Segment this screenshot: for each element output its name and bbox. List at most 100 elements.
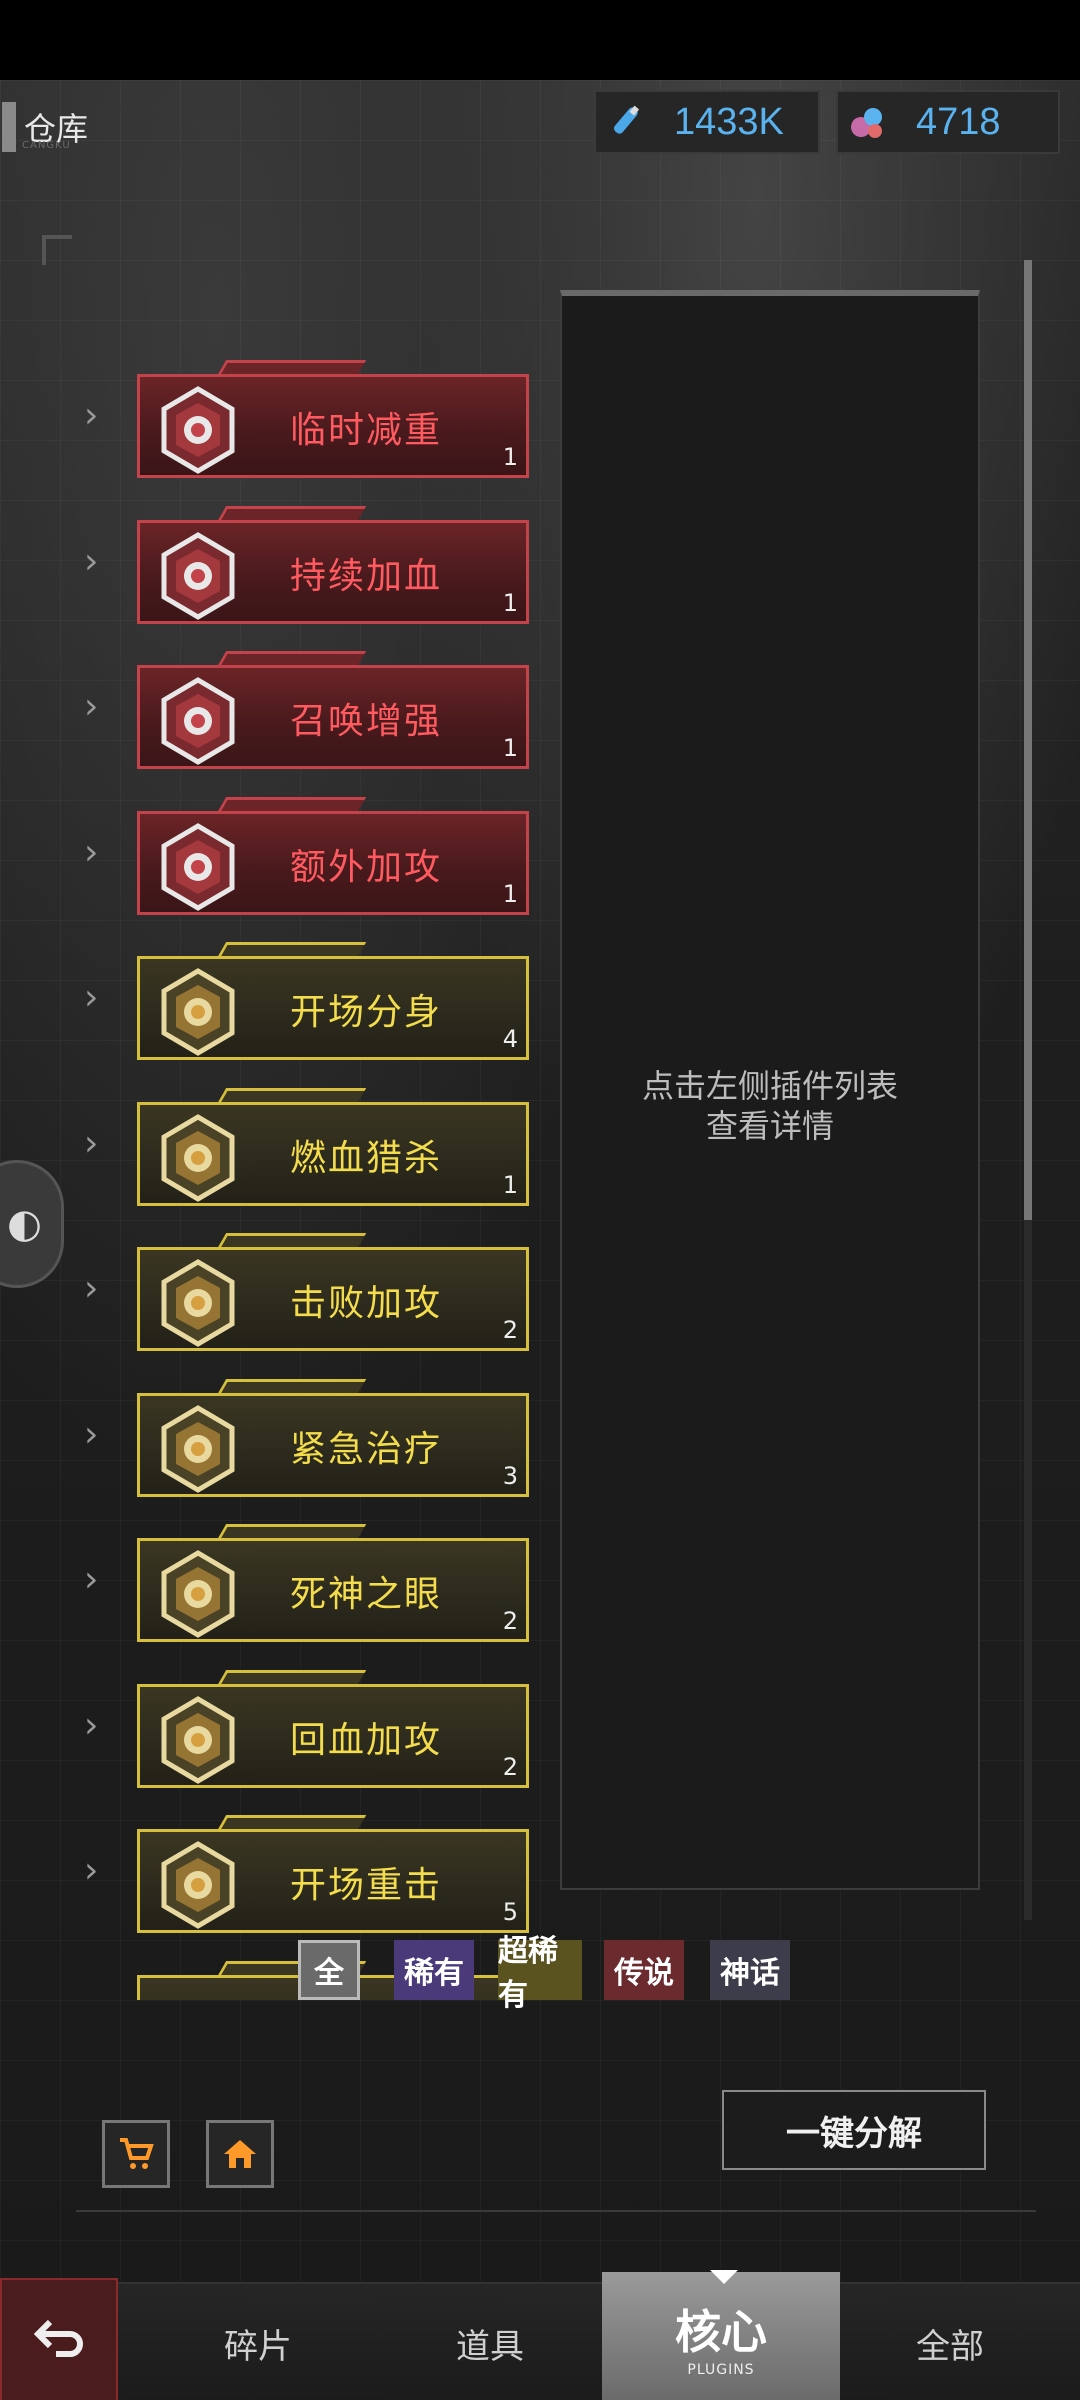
plugin-row[interactable]: › 持续加血 1 [0, 505, 560, 626]
plugin-row[interactable]: › 额外加攻 1 [0, 796, 560, 917]
chevron-right-icon[interactable]: › [84, 1414, 110, 1455]
chevron-right-icon[interactable]: › [84, 541, 110, 582]
plugin-row[interactable]: › 击败加攻 2 [0, 1233, 560, 1353]
filter-all[interactable]: 全 [298, 1940, 360, 2000]
chevron-right-icon[interactable]: › [84, 1560, 110, 1600]
card-body: 开场重击 5 [137, 1829, 529, 1933]
filter-super-rare-label: 超稀有 [498, 1934, 558, 2013]
chevron-right-icon[interactable]: › [84, 832, 110, 873]
plugin-name: 额外加攻 [290, 846, 443, 888]
plugin-row[interactable]: › 回血加攻 2 [0, 1669, 560, 1790]
plugin-card[interactable]: 燃血猎杀 1 [137, 1087, 529, 1206]
plugin-name: 击败加攻 [290, 1283, 443, 1324]
plugin-row[interactable]: › 临时减重 1 [0, 360, 560, 480]
plugin-name: 紧急治疗 [290, 1428, 443, 1470]
back-button[interactable] [0, 2278, 118, 2400]
plugin-card[interactable]: 开场分身 4 [137, 942, 529, 1060]
plugin-card[interactable]: 死神之眼 2 [137, 1524, 529, 1642]
frame-corner [42, 235, 72, 265]
scrollbar-thumb[interactable] [1024, 260, 1032, 1220]
tab-core[interactable]: 核心 PLUGINS [602, 2270, 840, 2400]
plugin-name: 临时减重 [290, 410, 443, 451]
plugin-name: 持续加血 [290, 555, 443, 597]
plugin-count: 5 [502, 1898, 518, 1926]
chevron-right-icon[interactable]: › [84, 1851, 110, 1891]
plugin-count: 4 [502, 1025, 518, 1053]
filter-legend[interactable]: 传说 [604, 1940, 684, 2000]
plugin-count: 2 [502, 1316, 518, 1344]
plugin-count: 3 [502, 1461, 518, 1490]
plugin-count: 1 [502, 734, 518, 762]
plugin-count: 1 [502, 1170, 518, 1199]
blood-icon [161, 1113, 235, 1202]
gems-icon [838, 92, 898, 152]
plugin-list[interactable]: › 临时减重 1 › 持续加血 1 › 召唤增强 1 › 额外加攻 1 › 开场分身 4 › 燃血猎杀 1 › 击败加… [0, 280, 560, 2000]
plugin-card[interactable]: 击败加攻 2 [137, 1233, 529, 1351]
filter-super-rare[interactable]: 超稀有 [498, 1934, 582, 2013]
plugin-row[interactable]: › 死神之眼 2 [0, 1524, 560, 1644]
plugin-row[interactable]: › 燃血猎杀 1 [0, 1087, 560, 1208]
card-body: 开场分身 4 [137, 956, 529, 1060]
detail-hint-line2: 查看详情 [705, 1107, 834, 1145]
list-scrollbar[interactable] [1024, 260, 1032, 1920]
filter-myth[interactable]: 神话 [710, 1940, 790, 2000]
weight-icon [161, 386, 235, 474]
plugin-count: 1 [502, 879, 518, 908]
clone-icon [161, 968, 235, 1056]
resource-gems[interactable]: 4718 [836, 90, 1060, 154]
detail-hint: 点击左侧插件列表 查看详情 [562, 1066, 978, 1146]
filter-all-label: 全 [314, 1956, 344, 1991]
return-icon [33, 2319, 83, 2357]
tab-items-label: 道具 [456, 2326, 524, 2367]
plugin-name: 召唤增强 [290, 701, 443, 742]
plugin-name: 开场分身 [290, 992, 443, 1033]
sword-icon [161, 822, 235, 911]
plugin-row[interactable]: › 召唤增强 1 [0, 651, 560, 771]
shop-button[interactable] [102, 2120, 170, 2188]
heal-icon [161, 1404, 235, 1493]
plugin-card[interactable]: 紧急治疗 3 [137, 1378, 529, 1497]
anchor-icon [161, 1695, 235, 1784]
chevron-right-icon[interactable]: › [84, 396, 110, 436]
chevron-right-icon[interactable]: › [84, 1269, 110, 1309]
plugin-row[interactable]: › 开场分身 4 [0, 942, 560, 1062]
filter-rare[interactable]: 稀有 [394, 1940, 474, 2000]
warehouse-screen: 仓库 CANGKU 1433K 4718 › 临时减重 1 › 持续加血 1 › 召唤增强 1 ›… [0, 80, 1080, 2400]
tab-fragments[interactable]: 碎片 [158, 2284, 358, 2400]
side-button-icon: ◐ [7, 1201, 42, 1247]
plugin-card[interactable]: 持续加血 1 [137, 505, 529, 624]
plugin-card[interactable]: 开场重击 5 [137, 1815, 529, 1933]
card-body: 燃血猎杀 1 [137, 1101, 529, 1206]
filter-legend-label: 传说 [614, 1956, 674, 1991]
card-body: 回血加攻 2 [137, 1683, 529, 1788]
page-subtitle: CANGKU [22, 140, 71, 151]
resource-crystal[interactable]: 1433K [594, 90, 820, 154]
chevron-right-icon[interactable]: › [84, 978, 110, 1018]
filter-rare-label: 稀有 [404, 1956, 464, 1991]
resource-crystal-value: 1433K [674, 100, 784, 143]
chevron-right-icon[interactable]: › [84, 1705, 110, 1746]
scythe-icon [161, 1550, 235, 1638]
active-tab-indicator [710, 2270, 738, 2284]
one-click-decompose-button[interactable]: 一键分解 [722, 2090, 986, 2170]
strike-icon [161, 1841, 235, 1929]
plugin-card[interactable]: 召唤增强 1 [137, 651, 529, 769]
tab-all[interactable]: 全部 [860, 2284, 1040, 2400]
plugin-card[interactable]: 回血加攻 2 [137, 1669, 529, 1788]
tab-items[interactable]: 道具 [390, 2284, 590, 2400]
plugin-count: 1 [502, 443, 518, 471]
rarity-filters: 全 稀有 超稀有 传说 神话 [0, 1934, 1080, 2020]
card-body: 临时减重 1 [137, 374, 529, 478]
chevron-right-icon[interactable]: › [84, 687, 110, 727]
home-button[interactable] [206, 2120, 274, 2188]
floating-side-button[interactable]: ◐ [0, 1160, 64, 1288]
plugin-row[interactable]: › 开场重击 5 [0, 1815, 560, 1935]
plugin-row[interactable]: › 紧急治疗 3 [0, 1378, 560, 1499]
plugin-card[interactable]: 额外加攻 1 [137, 796, 529, 915]
summon-icon [161, 677, 235, 765]
chevron-right-icon[interactable]: › [84, 1123, 110, 1164]
card-body: 持续加血 1 [137, 519, 529, 624]
plugin-card[interactable]: 临时减重 1 [137, 360, 529, 478]
card-body: 紧急治疗 3 [137, 1392, 529, 1497]
plugin-name: 回血加攻 [290, 1719, 443, 1761]
